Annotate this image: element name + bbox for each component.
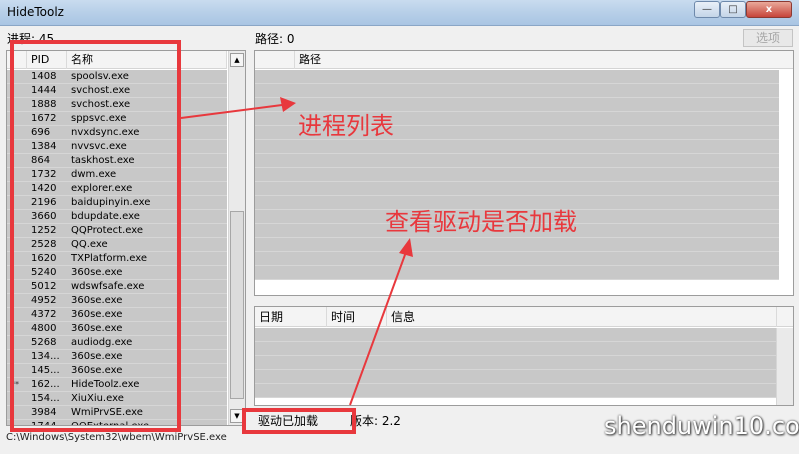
arrow-to-process-list [180,104,283,119]
site-watermark: shenduwin10.com [604,412,799,440]
arrowhead-driver [399,238,413,257]
arrowhead-process [280,97,296,112]
callout-driver-check: 查看驱动是否加载 [385,208,577,236]
callout-process-list: 进程列表 [298,112,394,140]
arrow-to-driver-status [349,251,407,406]
